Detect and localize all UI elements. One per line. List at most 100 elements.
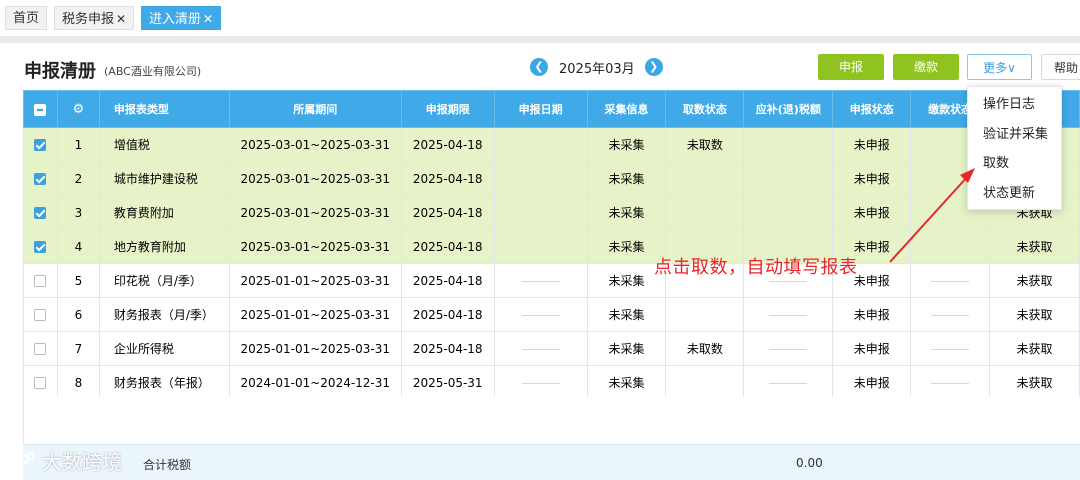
table-empty-area: [23, 396, 1080, 444]
row-period: 2025-01-01~2025-03-31: [228, 297, 402, 332]
row-pay-status: 未获取: [989, 331, 1080, 366]
declaration-table: ⚙ 申报表类型 所属期间 申报期限 申报日期 采集信息 取数状态 应补(退)税额…: [23, 90, 1080, 400]
row-number: 2: [56, 161, 100, 196]
row-number: 8: [56, 365, 100, 400]
menu-item-verify-collect[interactable]: 验证并采集: [968, 120, 1061, 150]
row-period: 2025-03-01~2025-03-31: [228, 229, 402, 264]
row-number: 1: [56, 127, 100, 162]
row-type: 财务报表（年报）: [98, 365, 230, 400]
row-number: 4: [56, 229, 100, 264]
row-checkbox[interactable]: [23, 161, 58, 196]
current-month: 2025年03月: [559, 61, 635, 77]
month-navigator: ❮ 2025年03月 ❯: [530, 57, 663, 77]
menu-item-status-update[interactable]: 状态更新: [968, 179, 1061, 209]
row-checkbox[interactable]: [23, 365, 58, 400]
row-status: 未申报: [832, 161, 912, 196]
row-deadline: 2025-05-31: [400, 365, 495, 400]
tab-home[interactable]: 首页: [5, 6, 48, 30]
row-date: [493, 365, 588, 400]
row-deadline: 2025-04-18: [400, 331, 495, 366]
table-row[interactable]: 5 印花税（月/季） 2025-01-01~2025-03-31 2025-04-18…: [23, 263, 1080, 298]
col-header-type: 申报表类型: [98, 90, 230, 128]
more-dropdown: 操作日志 验证并采集 取数 状态更新: [967, 86, 1062, 210]
row-fetch: [665, 161, 745, 196]
row-status: 未申报: [832, 127, 912, 162]
chevron-right-icon[interactable]: ❯: [644, 58, 663, 76]
row-tax: [743, 297, 834, 332]
table-row[interactable]: 1 增值税 2025-03-01~2025-03-31 2025-04-18 未采集 未取…: [23, 127, 1080, 162]
chevron-left-icon[interactable]: ❮: [530, 58, 548, 76]
declare-button[interactable]: 申报: [818, 54, 884, 80]
close-icon[interactable]: ✕: [203, 12, 213, 26]
row-fetch: [665, 297, 745, 332]
row-tax: [743, 127, 834, 162]
row-tax: [743, 365, 834, 400]
row-checkbox[interactable]: [23, 127, 58, 162]
row-type: 地方教育附加: [98, 229, 230, 264]
gear-icon[interactable]: ⚙: [56, 90, 100, 128]
table-header-row: ⚙ 申报表类型 所属期间 申报期限 申报日期 采集信息 取数状态 应补(退)税额…: [23, 90, 1080, 128]
row-status: 未申报: [832, 365, 912, 400]
row-period: 2025-03-01~2025-03-31: [228, 127, 402, 162]
tab-declaration-list[interactable]: 进入清册 ✕: [141, 6, 222, 30]
row-period: 2025-01-01~2025-03-31: [228, 263, 402, 298]
row-deadline: 2025-04-18: [400, 161, 495, 196]
row-number: 7: [56, 331, 100, 366]
row-deadline: 2025-04-18: [400, 229, 495, 264]
row-date: [493, 127, 588, 162]
row-pay-dash: [910, 297, 991, 332]
row-tax: [743, 161, 834, 196]
menu-item-operation-log[interactable]: 操作日志: [968, 90, 1061, 120]
table-row[interactable]: 8 财务报表（年报） 2024-01-01~2024-12-31 2025-05-31…: [23, 365, 1080, 400]
row-tax: [743, 331, 834, 366]
row-tax: [743, 195, 834, 230]
table-row[interactable]: 2 城市维护建设税 2025-03-01~2025-03-31 2025-04-18 未…: [23, 161, 1080, 196]
row-type: 企业所得税: [98, 331, 230, 366]
tab-bar: 首页 税务申报 ✕ 进入清册 ✕: [0, 0, 1080, 36]
pay-button[interactable]: 缴款: [893, 54, 959, 80]
row-deadline: 2025-04-18: [400, 127, 495, 162]
total-value: 0.00: [796, 456, 823, 470]
table-row[interactable]: 4 地方教育附加 2025-03-01~2025-03-31 2025-04-18 未采…: [23, 229, 1080, 264]
row-date: [493, 195, 588, 230]
table-row[interactable]: 7 企业所得税 2025-01-01~2025-03-31 2025-04-18 未采集…: [23, 331, 1080, 366]
row-checkbox[interactable]: [23, 195, 58, 230]
row-fetch: [665, 195, 745, 230]
row-checkbox[interactable]: [23, 263, 58, 298]
row-period: 2025-01-01~2025-03-31: [228, 331, 402, 366]
row-checkbox[interactable]: [23, 331, 58, 366]
row-pay-status: 未获取: [989, 297, 1080, 332]
col-header-period: 所属期间: [228, 90, 402, 128]
main-panel: 申报清册 (ABC酒业有限公司) ❮ 2025年03月 ❯ 申报 缴款 更多∨ …: [0, 43, 1080, 480]
row-date: [493, 297, 588, 332]
row-type: 增值税: [98, 127, 230, 162]
row-collect: 未采集: [586, 195, 667, 230]
row-date: [493, 229, 588, 264]
row-period: 2025-03-01~2025-03-31: [228, 161, 402, 196]
row-date: [493, 161, 588, 196]
row-number: 5: [56, 263, 100, 298]
row-type: 教育费附加: [98, 195, 230, 230]
row-checkbox[interactable]: [23, 297, 58, 332]
row-checkbox[interactable]: [23, 229, 58, 264]
tab-tax-declare[interactable]: 税务申报 ✕: [54, 6, 135, 30]
close-icon[interactable]: ✕: [116, 12, 126, 26]
row-collect: 未采集: [586, 331, 667, 366]
row-pay-dash: [910, 229, 991, 264]
more-button[interactable]: 更多∨: [967, 54, 1032, 80]
col-header-date: 申报日期: [493, 90, 588, 128]
table-row[interactable]: 3 教育费附加 2025-03-01~2025-03-31 2025-04-18 未采集…: [23, 195, 1080, 230]
help-button[interactable]: 帮助: [1041, 54, 1080, 80]
select-all-checkbox[interactable]: [23, 90, 58, 128]
col-header-fetch: 取数状态: [665, 90, 745, 128]
row-period: 2024-01-01~2024-12-31: [228, 365, 402, 400]
row-date: [493, 331, 588, 366]
page-title: 申报清册: [24, 61, 96, 82]
row-collect: 未采集: [586, 161, 667, 196]
row-deadline: 2025-04-18: [400, 263, 495, 298]
menu-item-fetch[interactable]: 取数: [968, 149, 1061, 179]
col-header-collect: 采集信息: [586, 90, 667, 128]
watermark-text: 大数跨境: [42, 449, 122, 474]
table-row[interactable]: 6 财务报表（月/季） 2025-01-01~2025-03-31 2025-04-1…: [23, 297, 1080, 332]
watermark-logo-icon: [11, 452, 35, 470]
